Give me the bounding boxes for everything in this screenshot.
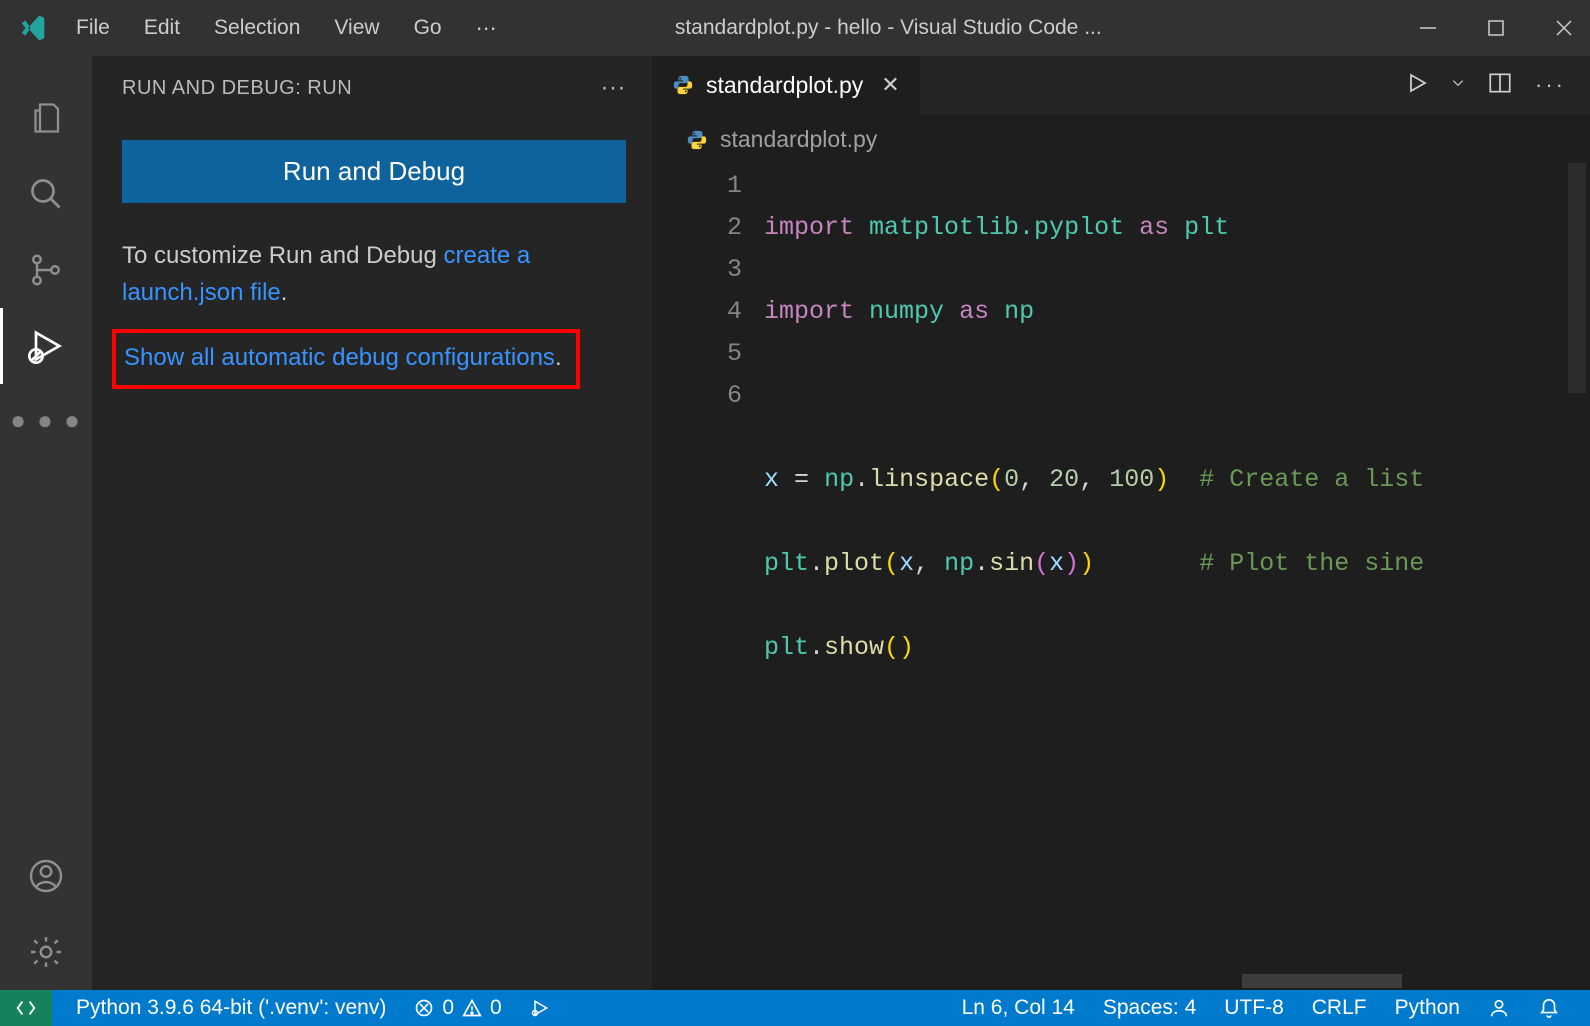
status-eol[interactable]: CRLF xyxy=(1298,990,1381,1026)
code-editor[interactable]: 1 2 3 4 5 6 import matplotlib.pyplot as … xyxy=(652,163,1590,970)
run-debug-sidebar: RUN AND DEBUG: RUN ··· Run and Debug To … xyxy=(92,56,652,990)
status-interpreter[interactable]: Python 3.9.6 64-bit ('.venv': venv) xyxy=(62,990,400,1026)
python-file-icon xyxy=(672,74,694,96)
minimap[interactable] xyxy=(1568,163,1586,970)
sidebar-more-icon[interactable]: ··· xyxy=(601,74,626,102)
status-problems[interactable]: 0 0 xyxy=(400,990,515,1026)
search-icon[interactable] xyxy=(0,156,92,232)
editor-more-icon[interactable]: ··· xyxy=(1535,72,1566,98)
menu-view[interactable]: View xyxy=(334,16,379,40)
status-feedback-icon[interactable] xyxy=(1474,990,1524,1026)
status-indentation[interactable]: Spaces: 4 xyxy=(1089,990,1210,1026)
close-icon[interactable] xyxy=(1552,16,1576,40)
run-debug-icon[interactable] xyxy=(0,308,92,384)
menu-file[interactable]: File xyxy=(76,16,110,40)
minimize-icon[interactable] xyxy=(1416,16,1440,40)
menu-edit[interactable]: Edit xyxy=(144,16,180,40)
breadcrumb[interactable]: standardplot.py xyxy=(652,114,1590,163)
breadcrumb-label: standardplot.py xyxy=(720,126,877,153)
python-file-icon xyxy=(686,129,708,151)
minimap-slider[interactable] xyxy=(1568,163,1586,393)
menu-selection[interactable]: Selection xyxy=(214,16,300,40)
scrollbar-thumb[interactable] xyxy=(1242,974,1402,988)
maximize-icon[interactable] xyxy=(1484,16,1508,40)
close-tab-icon[interactable]: ✕ xyxy=(881,72,899,98)
sidebar-header: RUN AND DEBUG: RUN ··· xyxy=(122,74,626,102)
vscode-logo-icon xyxy=(18,13,48,43)
status-encoding[interactable]: UTF-8 xyxy=(1210,990,1298,1026)
sidebar-title: RUN AND DEBUG: RUN xyxy=(122,77,352,100)
show-all-configurations-link[interactable]: Show all automatic debug configurations xyxy=(124,344,555,371)
window-title: standardplot.py - hello - Visual Studio … xyxy=(501,16,1416,40)
run-and-debug-button[interactable]: Run and Debug xyxy=(122,140,626,203)
main-shell: ● ● ● RUN AND DEBUG: RUN ··· Run and Deb… xyxy=(0,56,1590,990)
editor-area: standardplot.py ✕ ··· standardplot.py 1 … xyxy=(652,56,1590,990)
tab-label: standardplot.py xyxy=(706,72,863,99)
source-control-icon[interactable] xyxy=(0,232,92,308)
remote-indicator-icon[interactable] xyxy=(0,990,52,1026)
highlight-box: Show all automatic debug configurations. xyxy=(112,329,580,388)
window-controls xyxy=(1416,16,1576,40)
horizontal-scrollbar[interactable] xyxy=(652,970,1590,990)
run-file-icon[interactable] xyxy=(1405,71,1429,100)
status-bar: Python 3.9.6 64-bit ('.venv': venv) 0 0 … xyxy=(0,990,1590,1026)
editor-tabs: standardplot.py ✕ ··· xyxy=(652,56,1590,114)
run-dropdown-icon[interactable] xyxy=(1451,76,1465,95)
accounts-icon[interactable] xyxy=(0,838,92,914)
menu-go[interactable]: Go xyxy=(414,16,442,40)
settings-gear-icon[interactable] xyxy=(0,914,92,990)
more-views-icon[interactable]: ● ● ● xyxy=(0,384,92,460)
code-content[interactable]: import matplotlib.pyplot as plt import n… xyxy=(764,163,1590,970)
status-cursor-position[interactable]: Ln 6, Col 14 xyxy=(948,990,1089,1026)
editor-actions: ··· xyxy=(1405,56,1590,114)
main-menu: File Edit Selection View Go ⋯ xyxy=(76,16,501,41)
status-notifications-icon[interactable] xyxy=(1524,990,1574,1026)
customize-label: To customize Run and Debug create a laun… xyxy=(122,237,626,311)
title-bar: File Edit Selection View Go ⋯ standardpl… xyxy=(0,0,1590,56)
line-numbers: 1 2 3 4 5 6 xyxy=(652,163,764,970)
split-editor-icon[interactable] xyxy=(1487,70,1513,101)
activity-bar: ● ● ● xyxy=(0,56,92,990)
status-debug-icon[interactable] xyxy=(516,990,564,1026)
tab-standardplot[interactable]: standardplot.py ✕ xyxy=(652,56,921,114)
menu-more-icon[interactable]: ⋯ xyxy=(476,16,501,41)
explorer-icon[interactable] xyxy=(0,80,92,156)
status-language[interactable]: Python xyxy=(1381,990,1474,1026)
